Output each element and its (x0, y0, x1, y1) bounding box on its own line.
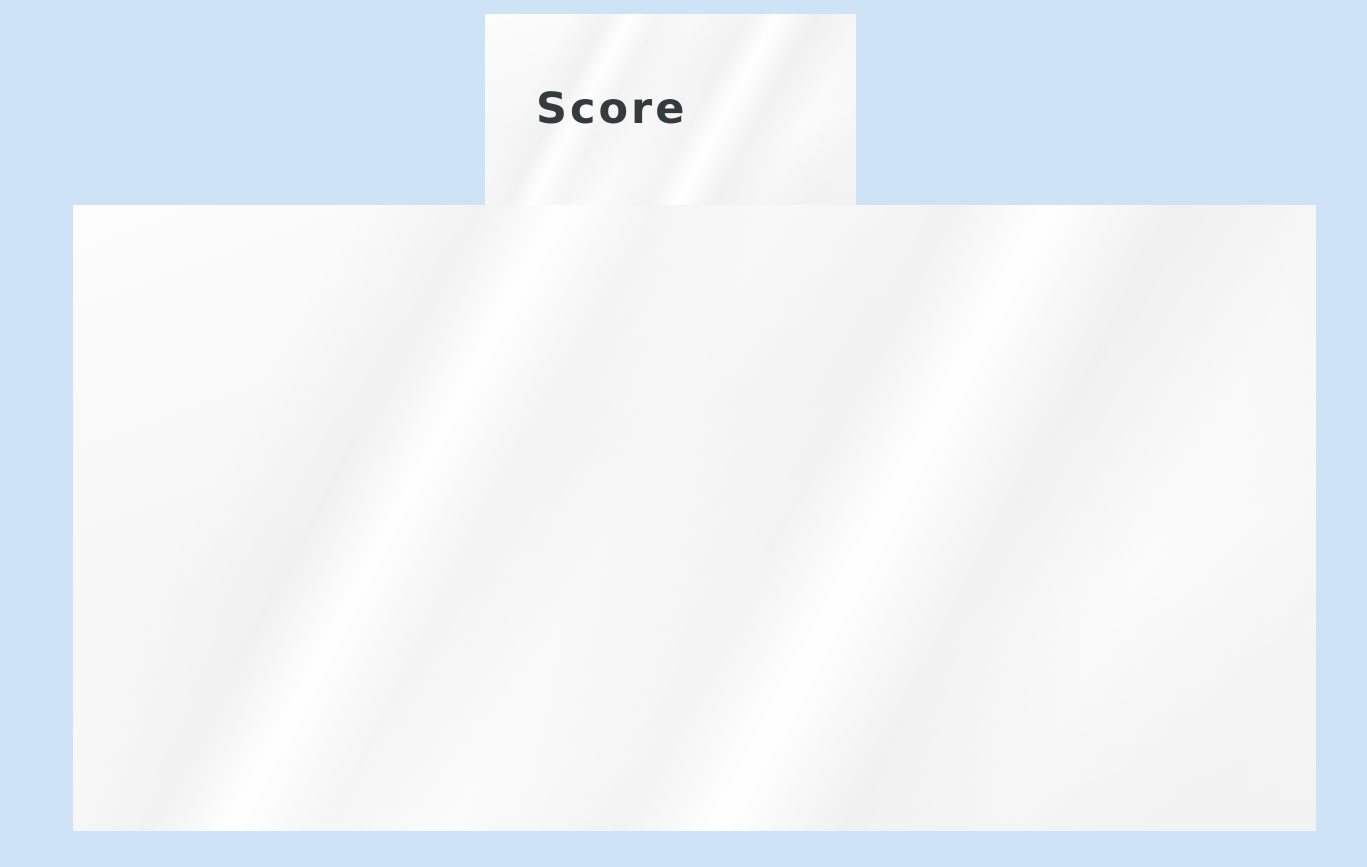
score-panel: Score (485, 14, 856, 205)
score-label: Score (536, 84, 688, 134)
game-board[interactable] (73, 205, 1316, 831)
